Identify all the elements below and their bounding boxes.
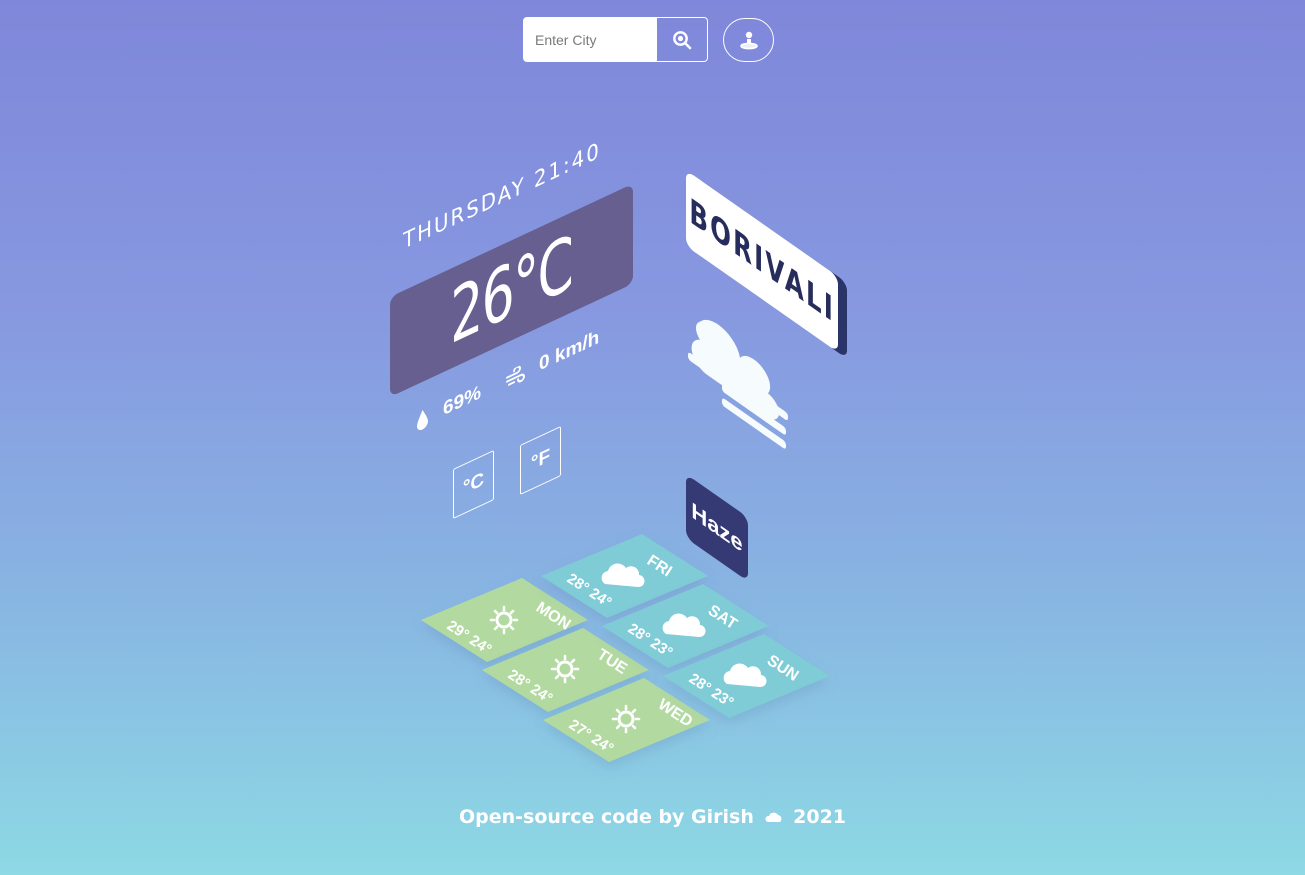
weather-condition: Haze (691, 496, 743, 558)
water-drop-icon (417, 409, 428, 431)
weather-condition-card: Haze (686, 474, 748, 582)
search-button[interactable] (657, 17, 708, 62)
cloud-icon (764, 812, 781, 822)
footer: Open-source code by Girish 2021 (0, 806, 1305, 828)
search-bar (523, 17, 708, 62)
location-pin-icon (739, 31, 758, 50)
footer-credit: Open-source code by Girish (458, 806, 754, 828)
locate-me-button[interactable] (723, 18, 774, 62)
fahrenheit-toggle[interactable]: °F (520, 425, 561, 495)
cloud-haze-icon (688, 319, 788, 449)
wind-speed-value: 0 km/h (539, 326, 600, 376)
wind-icon (506, 365, 525, 386)
humidity-value: 69% (443, 381, 482, 421)
current-temperature: 26°C (450, 218, 573, 362)
celsius-toggle[interactable]: °C (453, 449, 494, 519)
city-search-input[interactable] (523, 17, 657, 62)
footer-year: 2021 (793, 806, 847, 828)
search-icon (673, 30, 692, 49)
temperature-card: 26°C (390, 183, 633, 397)
